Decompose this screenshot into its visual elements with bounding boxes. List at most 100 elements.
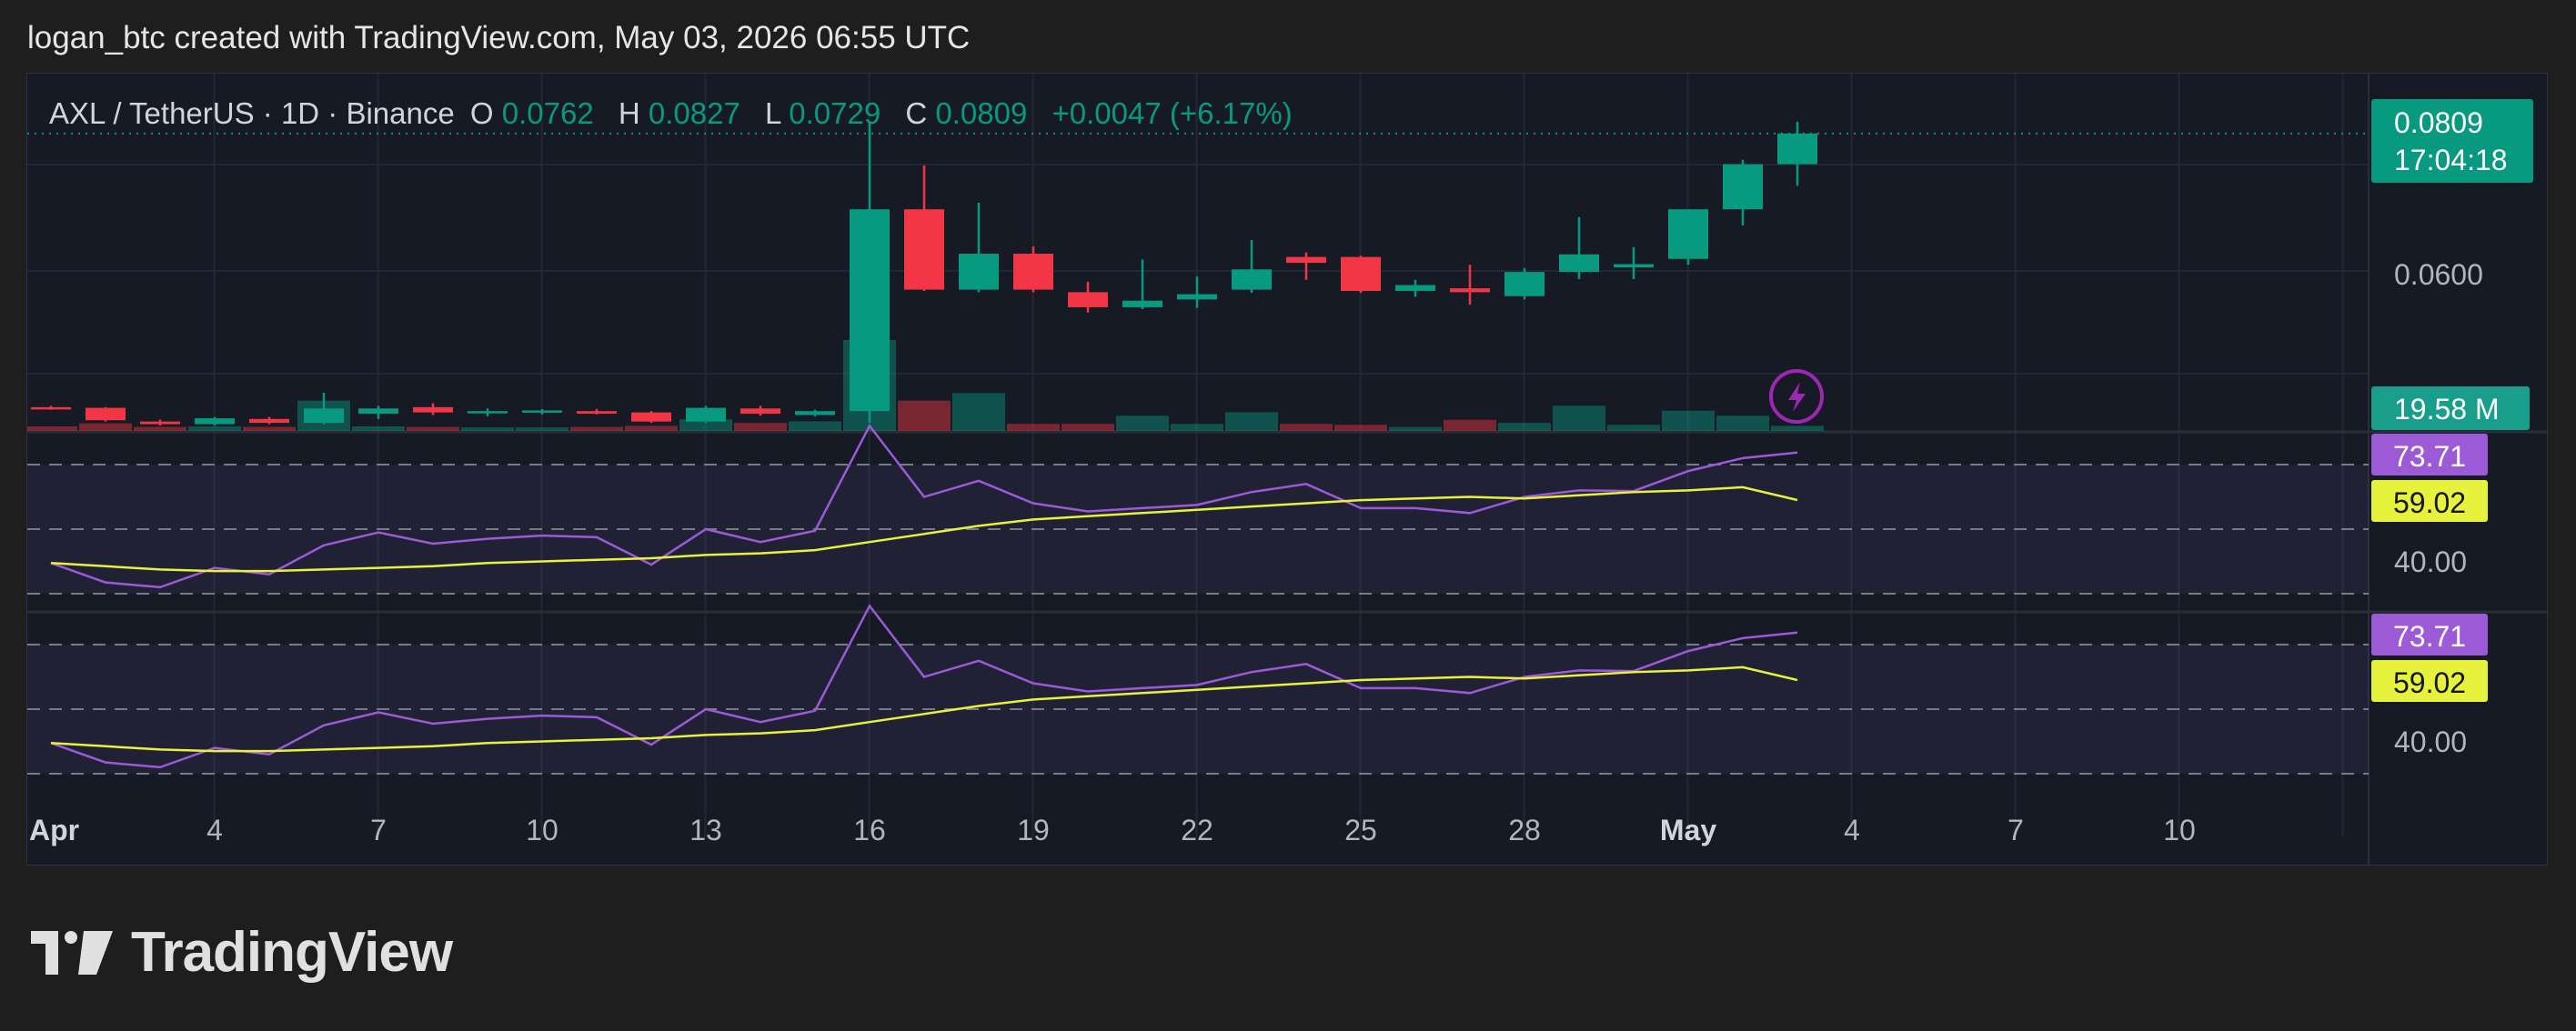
candle-body <box>850 209 890 412</box>
candle[interactable] <box>1122 259 1162 310</box>
volume-bar <box>1116 415 1169 431</box>
candle[interactable] <box>86 406 126 422</box>
candle[interactable] <box>1068 281 1108 313</box>
candle-body <box>1341 256 1381 291</box>
legend-close-value: 0.0809 <box>935 96 1027 130</box>
candle[interactable] <box>413 403 453 415</box>
candle-body <box>31 406 71 410</box>
time-axis-label: 4 <box>1844 814 1860 846</box>
volume-bar <box>134 426 186 431</box>
time-axis-label: 4 <box>206 814 223 846</box>
volume-bar <box>1280 424 1333 431</box>
rsi1-ma-value: 59.02 <box>2393 486 2466 519</box>
volume-bar <box>27 426 77 431</box>
candle[interactable] <box>1777 121 1817 186</box>
legend-low-label: L <box>765 96 781 130</box>
candle[interactable] <box>904 165 944 291</box>
candle-body <box>140 421 180 425</box>
rsi1-rsi-value: 73.71 <box>2393 440 2466 473</box>
chart-frame[interactable]: AXL / TetherUS · 1D · Binance O 0.0762 H… <box>26 73 2549 866</box>
candle-body <box>686 407 726 422</box>
lightning-icon[interactable] <box>1769 369 1824 424</box>
legend-open-label: O <box>470 96 494 130</box>
candle[interactable] <box>1723 159 1763 226</box>
candle-body <box>904 209 944 290</box>
candle[interactable] <box>740 405 780 416</box>
volume-badge: 19.58 M <box>2371 386 2530 430</box>
candle[interactable] <box>850 121 890 424</box>
candle[interactable] <box>795 409 835 416</box>
volume-bar <box>898 400 951 431</box>
volume-bar <box>1662 410 1715 431</box>
candle[interactable] <box>140 419 180 425</box>
candle[interactable] <box>522 409 562 415</box>
candle[interactable] <box>358 405 398 419</box>
candle[interactable] <box>631 411 671 424</box>
candle-body <box>1177 294 1217 300</box>
candle[interactable] <box>1232 239 1272 294</box>
candle[interactable] <box>1286 252 1326 280</box>
time-axis-label: 10 <box>2163 814 2196 846</box>
candles[interactable] <box>31 121 1817 425</box>
candle[interactable] <box>195 416 235 425</box>
candle[interactable] <box>1177 276 1217 308</box>
candle-body <box>740 408 780 415</box>
time-axis: Apr 4 7 10 13 16 19 22 25 28 May 4 7 10 <box>29 814 2196 846</box>
candle-body <box>959 254 999 290</box>
price-tick-0600: 0.0600 <box>2394 258 2483 291</box>
candle-body <box>795 411 835 415</box>
time-axis-label: 10 <box>526 814 558 846</box>
volume-bar <box>461 427 514 431</box>
time-axis-label: 28 <box>1508 814 1541 846</box>
legend-change: +0.0047 (+6.17%) <box>1052 96 1293 130</box>
candle[interactable] <box>959 203 999 293</box>
volume-bar <box>407 426 459 431</box>
last-price-badge: 0.0809 17:04:18 <box>2371 99 2533 183</box>
candle[interactable] <box>1504 267 1545 300</box>
volume-bar <box>1334 425 1387 431</box>
chart-attribution: logan_btc created with TradingView.com, … <box>27 20 971 55</box>
chart-canvas[interactable]: AXL / TetherUS · 1D · Binance O 0.0762 H… <box>27 74 2549 866</box>
candle-body <box>1232 269 1272 290</box>
candle-body <box>1286 256 1326 264</box>
candle-body <box>1068 292 1108 307</box>
candle[interactable] <box>1341 255 1381 294</box>
candle-body <box>577 411 617 415</box>
volume-bars <box>27 340 1824 431</box>
candle-body <box>304 408 344 424</box>
last-price-value: 0.0809 <box>2394 106 2483 139</box>
time-axis-label: 19 <box>1017 814 1050 846</box>
candle[interactable] <box>1668 209 1708 265</box>
candle[interactable] <box>1614 246 1654 280</box>
candle[interactable] <box>1013 246 1053 293</box>
volume-bar <box>352 426 405 431</box>
volume-value: 19.58 M <box>2394 393 2500 425</box>
candle-body <box>249 418 289 424</box>
candle[interactable] <box>1559 216 1599 280</box>
candle[interactable] <box>249 416 289 425</box>
volume-bar <box>570 426 623 431</box>
time-axis-label: 7 <box>370 814 387 846</box>
tradingview-logo[interactable]: TradingView <box>31 920 453 985</box>
candle-body <box>1668 209 1708 259</box>
candle[interactable] <box>1395 279 1435 297</box>
candle[interactable] <box>304 393 344 425</box>
candle[interactable] <box>468 408 508 416</box>
candle[interactable] <box>686 405 726 424</box>
candle[interactable] <box>577 409 617 415</box>
volume-bar <box>243 426 296 431</box>
candle-body <box>1013 254 1053 290</box>
candle-body <box>1504 272 1545 296</box>
candle-body <box>522 410 562 413</box>
time-axis-label: Apr <box>29 814 79 846</box>
legend-low-value: 0.0729 <box>789 96 880 130</box>
time-axis-label: 25 <box>1344 814 1377 846</box>
volume-bar <box>1716 415 1769 431</box>
volume-bar <box>952 393 1005 431</box>
rsi2-tick-40: 40.00 <box>2394 726 2467 758</box>
candle[interactable] <box>31 405 71 410</box>
volume-bar <box>1444 419 1496 431</box>
volume-bar <box>1225 412 1278 431</box>
volume-bar <box>1771 425 1824 431</box>
volume-bar <box>789 421 841 431</box>
